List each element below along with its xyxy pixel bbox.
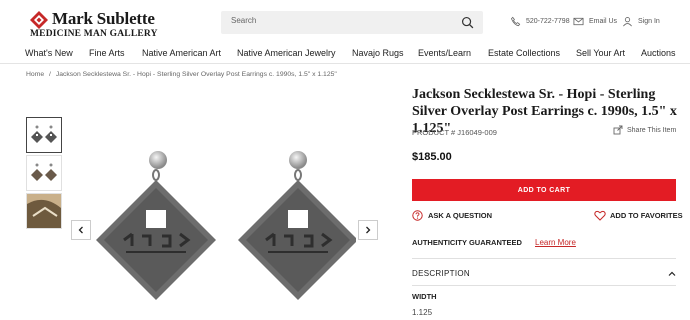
brand-name: Mark Sublette — [52, 9, 155, 28]
chevron-up-icon[interactable] — [668, 270, 676, 278]
product-code-value: J16049-009 — [457, 128, 497, 137]
phone-link[interactable]: 520-722-7798 — [510, 16, 570, 27]
divider — [412, 258, 676, 259]
width-label: WIDTH — [412, 292, 437, 301]
search-placeholder: Search — [231, 16, 257, 25]
description-toggle[interactable]: DESCRIPTION — [412, 269, 470, 278]
search-icon[interactable] — [461, 16, 474, 29]
ask-question-link[interactable]: ASK A QUESTION — [412, 210, 492, 221]
authenticity-label: AUTHENTICITY GUARANTEED — [412, 238, 522, 247]
thumbnail-3[interactable] — [26, 193, 62, 229]
nav-native-american-art[interactable]: Native American Art — [142, 48, 221, 58]
nav-whats-new[interactable]: What's New — [25, 48, 73, 58]
signin-label: Sign In — [638, 18, 660, 25]
learn-more-link[interactable]: Learn More — [535, 238, 576, 247]
nav-estate-collections[interactable]: Estate Collections — [488, 48, 560, 58]
breadcrumb-current: Jackson Secklestewa Sr. - Hopi - Sterlin… — [55, 71, 337, 78]
add-to-favorites-link[interactable]: ADD TO FAVORITES — [594, 210, 683, 221]
chevron-left-icon — [78, 226, 83, 234]
thumbnail-earrings-angled-image — [31, 163, 57, 181]
breadcrumb: Home / Jackson Secklestewa Sr. - Hopi - … — [26, 71, 337, 78]
share-link[interactable]: Share This Item — [613, 125, 676, 135]
search-input[interactable]: Search — [221, 11, 483, 34]
nav-auctions[interactable]: Auctions — [641, 48, 676, 58]
signin-link[interactable]: Sign In — [622, 16, 660, 27]
nav-native-american-jewelry[interactable]: Native American Jewelry — [237, 48, 336, 58]
email-link[interactable]: Email Us — [573, 16, 617, 27]
question-icon — [412, 210, 423, 221]
chevron-right-icon — [366, 226, 371, 234]
email-label: Email Us — [589, 18, 618, 25]
thumbnail-1[interactable] — [26, 117, 62, 153]
width-value: 1.125 — [412, 308, 433, 317]
user-icon — [623, 17, 632, 27]
product-code: PRODUCT # J16049-009 — [412, 128, 497, 137]
breadcrumb-separator: / — [49, 71, 51, 78]
product-code-label: PRODUCT # — [412, 128, 456, 137]
brand-logo[interactable]: Mark Sublette MEDICINE MAN GALLERY — [28, 9, 198, 39]
prev-image-button[interactable] — [71, 220, 91, 240]
thumbnail-earring-detail-image — [27, 194, 61, 228]
ask-question-label: ASK A QUESTION — [428, 211, 493, 220]
share-label: Share This Item — [627, 126, 677, 134]
product-price: $185.00 — [412, 151, 452, 163]
nav-events-learn[interactable]: Events/Learn — [418, 48, 471, 58]
nav-fine-arts[interactable]: Fine Arts — [89, 48, 125, 58]
nav-navajo-rugs[interactable]: Navajo Rugs — [352, 48, 404, 58]
thumbnail-earrings-image — [31, 125, 57, 143]
product-main-image — [96, 151, 356, 300]
next-image-button[interactable] — [358, 220, 378, 240]
brand-subtitle: MEDICINE MAN GALLERY — [30, 29, 158, 39]
nav-sell-your-art[interactable]: Sell Your Art — [576, 48, 625, 58]
add-to-cart-button[interactable]: ADD TO CART — [412, 179, 676, 201]
phone-number: 520-722-7798 — [526, 18, 570, 25]
share-icon — [613, 125, 623, 135]
diamond-logo-icon — [30, 11, 48, 29]
divider — [412, 285, 676, 286]
breadcrumb-home[interactable]: Home — [26, 71, 44, 78]
thumbnail-2[interactable] — [26, 155, 62, 191]
phone-icon — [510, 16, 521, 27]
main-nav: What's New Fine Arts Native American Art… — [0, 44, 690, 64]
mail-icon — [573, 17, 584, 26]
heart-icon — [594, 210, 606, 221]
add-to-favorites-label: ADD TO FAVORITES — [610, 211, 683, 220]
